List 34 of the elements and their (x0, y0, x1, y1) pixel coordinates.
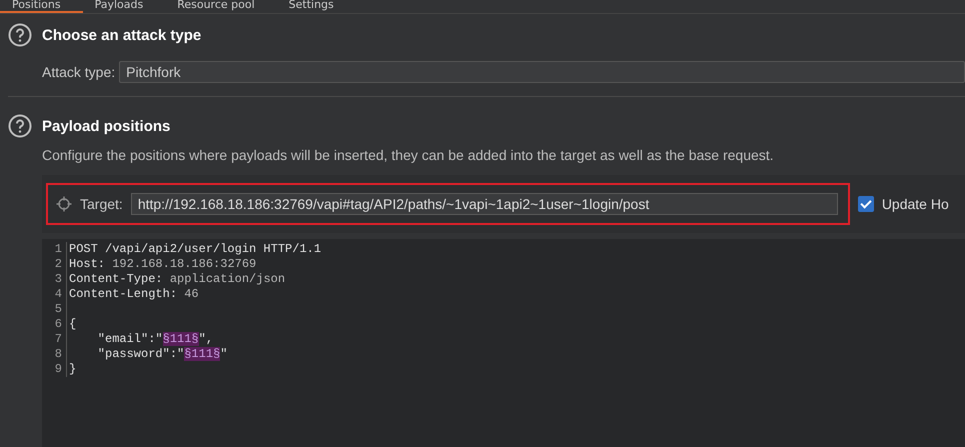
line-number: 4 (42, 287, 67, 302)
code-line: Content-Type: application/json (69, 272, 286, 287)
target-field[interactable]: http://192.168.18.186:32769/vapi#tag/API2/paths/~1vapi~1api2~1user~1login/post (130, 193, 838, 215)
line-number: 1 (42, 242, 67, 257)
tab[interactable]: Settings (276, 0, 356, 13)
checkbox-label: Update Ho (882, 196, 949, 212)
code-line: { (69, 317, 76, 332)
line-number: 2 (42, 257, 67, 272)
tab[interactable]: Resource pool (165, 0, 277, 13)
checkbox[interactable] (858, 196, 874, 212)
line-number: 7 (42, 332, 67, 347)
code-line: "password":"§111§" (96, 347, 228, 362)
code-line: } (69, 362, 76, 377)
description-text: Configure the positions where payloads will be inserted, they can be added into the target as well as the base request. (42, 147, 775, 163)
attack-type-dropdown[interactable]: Pitchfork (119, 61, 965, 83)
code-line: "email":"§111§", (96, 332, 214, 347)
field-label: Target: (80, 196, 123, 212)
line-number: 6 (42, 317, 67, 332)
section-title: Choose an attack type (42, 26, 202, 44)
help-icon[interactable] (8, 114, 32, 138)
crosshair-icon[interactable] (56, 196, 72, 212)
line-number: 3 (42, 272, 67, 287)
code-line: Host: 192.168.18.186:32769 (69, 257, 256, 272)
tab[interactable]: Positions (0, 0, 83, 13)
line-number: 9 (42, 362, 67, 377)
section-title: Payload positions (42, 118, 170, 134)
line-number: 5 (42, 302, 67, 317)
code-line: POST /vapi/api2/user/login HTTP/1.1 (69, 242, 322, 257)
tab[interactable]: Payloads (82, 0, 166, 13)
help-icon[interactable] (8, 23, 32, 47)
request-editor[interactable]: 1 POST /vapi/api2/user/login HTTP/1.1 2 Host: 192.168.18.186:32769 3 Content-Type: application/json 4 Content-Length: 46 5 6 { 7 "email":"§111§", 8 "password":"§111§" 9 } (42, 239, 965, 447)
field-label: Attack type: (42, 64, 116, 80)
code-line: Content-Length: 46 (69, 287, 199, 302)
line-number: 8 (42, 347, 67, 362)
